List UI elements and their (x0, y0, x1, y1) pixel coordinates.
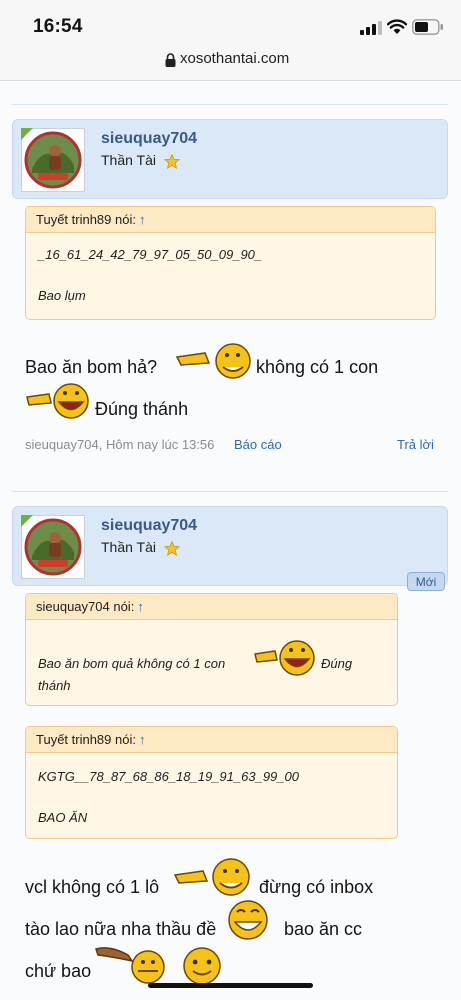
pointing-laugh-emoticon-icon (175, 343, 251, 379)
status-bar: 16:54 (0, 0, 461, 44)
avatar-image (24, 131, 82, 189)
quote-line: _16_61_24_42_79_97_05_50_09_90_ (38, 247, 263, 262)
laughing-emoticon-icon (228, 900, 268, 940)
quote-author: Tuyết trinh89 nói: (36, 732, 136, 747)
message-text: đừng có inbox (259, 877, 374, 897)
star-icon (163, 540, 180, 556)
username[interactable]: sieuquay704 (101, 130, 197, 148)
pointing-laugh-emoticon-icon (254, 640, 315, 676)
post-separator (12, 104, 448, 105)
quote-line: Bao lụm (38, 288, 86, 303)
quote-line: KGTG__78_87_68_86_18_19_91_63_99_00 (38, 769, 299, 784)
quote-line: Bao ăn bom quả không có 1 con (38, 656, 226, 671)
reply-link[interactable]: Trả lời (397, 437, 434, 452)
quote-box: sieuquay704 nói: ↑ Bao ăn bom quả không c… (25, 593, 398, 706)
username[interactable]: sieuquay704 (101, 517, 197, 535)
post-author-panel: sieuquay704 Thần Tài (12, 119, 448, 199)
home-indicator[interactable] (148, 983, 313, 988)
new-post-badge: Mới (407, 572, 445, 591)
club-swinging-emoticon-icon (95, 947, 165, 984)
url-text[interactable]: xosothantai.com (180, 50, 289, 67)
avatar-image (24, 518, 82, 576)
jump-to-quote-arrow-icon[interactable]: ↑ (139, 732, 146, 747)
battery-icon (412, 19, 443, 35)
thread-content: sieuquay704 Thần Tài Tuyết trinh89 nói: ↑… (0, 81, 461, 1000)
quote-line: Đúng (321, 656, 353, 671)
jump-to-quote-arrow-icon[interactable]: ↑ (139, 212, 146, 227)
message-text: không có 1 con (256, 357, 379, 377)
quote-line: thánh (38, 678, 71, 693)
quote-attribution[interactable]: Tuyết trinh89 nói: ↑ (26, 727, 397, 753)
star-icon (163, 153, 180, 169)
message-text: bao ăn cc (284, 919, 363, 939)
message-text: vcl không có 1 lô (25, 877, 160, 897)
message-text: chứ bao (25, 961, 92, 981)
user-title-text: Thần Tài (101, 152, 156, 168)
quote-line: BAO ĂN (38, 810, 88, 825)
post-author-panel: sieuquay704 Thần Tài (12, 506, 448, 586)
smile-emoticon-icon (183, 947, 221, 985)
post-separator (12, 491, 448, 492)
browser-address-bar[interactable]: xosothantai.com (0, 44, 461, 81)
avatar[interactable] (21, 128, 85, 192)
post-meta[interactable]: sieuquay704, Hôm nay lúc 13:56 (25, 437, 214, 452)
report-link[interactable]: Báo cáo (234, 437, 282, 452)
quote-author: sieuquay704 nói: (36, 599, 135, 614)
cellular-signal-icon (360, 21, 382, 35)
user-title: Thần Tài (101, 539, 180, 556)
message-text: Đúng thánh (95, 399, 189, 419)
message-text: Bao ăn bom hả? (25, 357, 158, 377)
quote-box: Tuyết trinh89 nói: ↑ _16_61_24_42_79_97_0… (25, 206, 436, 320)
lock-icon (165, 53, 176, 67)
avatar[interactable] (21, 515, 85, 579)
quote-box: Tuyết trinh89 nói: ↑ KGTG__78_87_68_86_18… (25, 726, 398, 839)
quote-attribution[interactable]: Tuyết trinh89 nói: ↑ (26, 207, 435, 233)
user-title: Thần Tài (101, 152, 180, 169)
quote-attribution[interactable]: sieuquay704 nói: ↑ (26, 594, 397, 620)
jump-to-quote-arrow-icon[interactable]: ↑ (137, 599, 144, 614)
status-time: 16:54 (33, 16, 83, 37)
pointing-laugh-emoticon-icon (173, 858, 250, 896)
wifi-icon (387, 19, 407, 34)
user-title-text: Thần Tài (101, 539, 156, 555)
quote-author: Tuyết trinh89 nói: (36, 212, 136, 227)
pointing-laugh-emoticon-icon (26, 383, 89, 419)
message-text: tào lao nữa nha thầu đề (25, 919, 217, 939)
